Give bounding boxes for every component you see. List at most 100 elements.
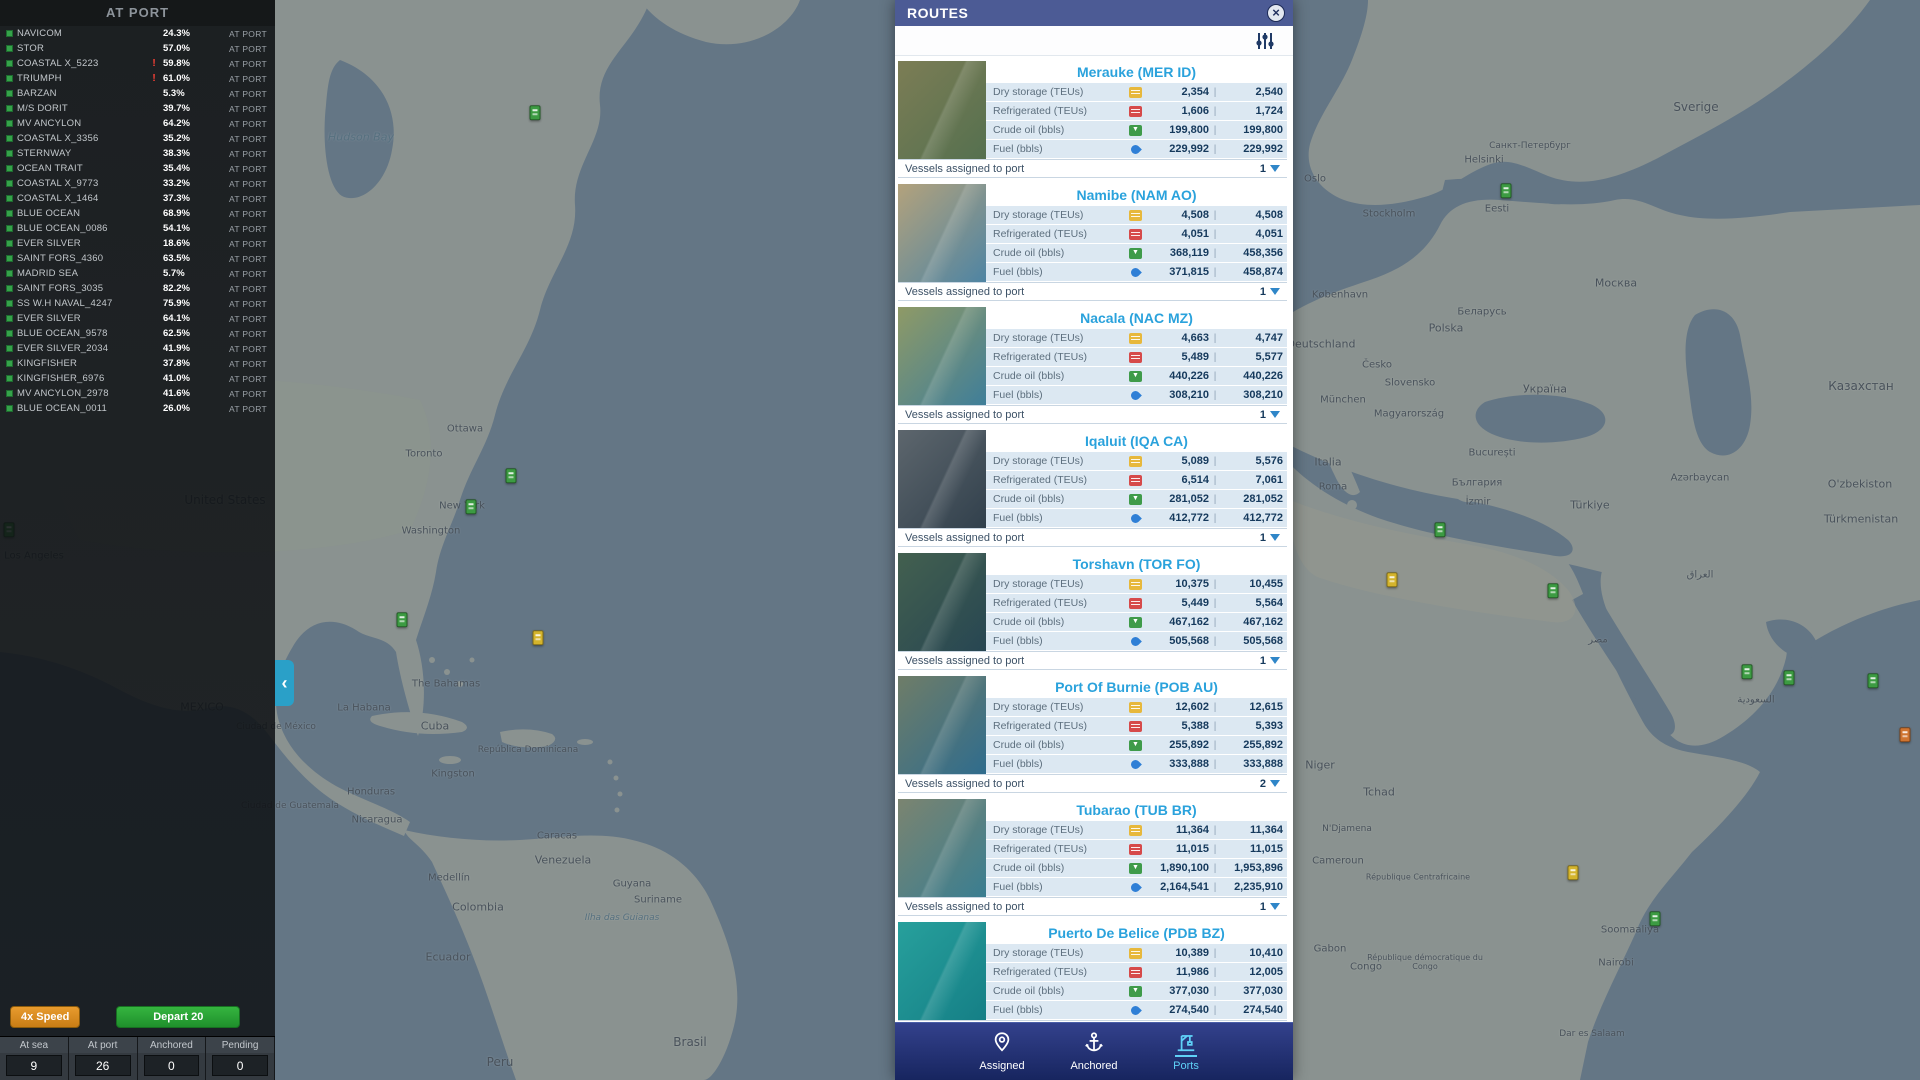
port-name[interactable]: Port Of Burnie (POB AU) (986, 676, 1287, 698)
vessels-assigned-dropdown[interactable]: 1 (1260, 163, 1280, 175)
vessel-row[interactable]: MV ANCYLON ! 64.2% AT PORT (0, 116, 275, 131)
vessel-row[interactable]: SAINT FORS_3035 ! 82.2% AT PORT (0, 281, 275, 296)
port-card[interactable]: Merauke (MER ID) Dry storage (TEUs) 2,35… (898, 61, 1287, 178)
ship-marker[interactable] (532, 630, 544, 646)
port-card[interactable]: Nacala (NAC MZ) Dry storage (TEUs) 4,663… (898, 307, 1287, 424)
fleet-stat-cell[interactable]: Anchored 0 (137, 1037, 207, 1080)
vessel-row[interactable]: OCEAN TRAIT ! 35.4% AT PORT (0, 161, 275, 176)
ship-marker[interactable] (396, 612, 408, 628)
ship-marker[interactable] (465, 499, 477, 515)
ship-marker[interactable] (1547, 583, 1559, 599)
port-card[interactable]: Namibe (NAM AO) Dry storage (TEUs) 4,508… (898, 184, 1287, 301)
port-name[interactable]: Namibe (NAM AO) (986, 184, 1287, 206)
port-card[interactable]: Torshavn (TOR FO) Dry storage (TEUs) 10,… (898, 553, 1287, 670)
vessel-row[interactable]: SAINT FORS_4360 ! 63.5% AT PORT (0, 251, 275, 266)
port-card[interactable]: Iqaluit (IQA CA) Dry storage (TEUs) 5,08… (898, 430, 1287, 547)
vessels-assigned-dropdown[interactable]: 1 (1260, 901, 1280, 913)
vessel-row[interactable]: BLUE OCEAN_9578 ! 62.5% AT PORT (0, 326, 275, 341)
vessel-row[interactable]: MADRID SEA ! 5.7% AT PORT (0, 266, 275, 281)
vessel-row[interactable]: EVER SILVER_2034 ! 41.9% AT PORT (0, 341, 275, 356)
vessel-warning-icon: ! (152, 73, 156, 84)
port-card[interactable]: Puerto De Belice (PDB BZ) Dry storage (T… (898, 922, 1287, 1022)
cargo-row: Crude oil (bbls) 255,892 | 255,892 (986, 736, 1287, 755)
vessel-row[interactable]: BLUE OCEAN ! 68.9% AT PORT (0, 206, 275, 221)
vessel-row[interactable]: TRIUMPH ! 61.0% AT PORT (0, 71, 275, 86)
fleet-stat-cell[interactable]: Pending 0 (206, 1037, 275, 1080)
cargo-label: Crude oil (bbls) (993, 247, 1065, 259)
close-icon[interactable]: × (1267, 4, 1285, 22)
ship-marker[interactable] (1500, 183, 1512, 199)
filter-sliders-icon[interactable] (1255, 31, 1275, 51)
vessel-load-percent: 59.8% (163, 58, 190, 69)
port-name[interactable]: Merauke (MER ID) (986, 61, 1287, 83)
value-separator: | (1213, 455, 1217, 467)
ship-marker[interactable] (1899, 727, 1911, 743)
anchor-icon (1083, 1031, 1105, 1057)
vessel-row[interactable]: COASTAL X_5223 ! 59.8% AT PORT (0, 56, 275, 71)
cargo-label: Refrigerated (TEUs) (993, 843, 1087, 855)
cargo-label: Refrigerated (TEUs) (993, 351, 1087, 363)
vessel-row[interactable]: MV ANCYLON_2978 ! 41.6% AT PORT (0, 386, 275, 401)
ship-marker[interactable] (1741, 664, 1753, 680)
vessel-row[interactable]: BARZAN ! 5.3% AT PORT (0, 86, 275, 101)
cargo-value-current: 412,772 (1169, 512, 1209, 524)
vessel-row[interactable]: KINGFISHER ! 37.8% AT PORT (0, 356, 275, 371)
vessel-row[interactable]: EVER SILVER ! 18.6% AT PORT (0, 236, 275, 251)
cargo-value-current: 371,815 (1169, 266, 1209, 278)
value-separator: | (1213, 86, 1217, 98)
vessel-row[interactable]: COASTAL X_3356 ! 35.2% AT PORT (0, 131, 275, 146)
fleet-stat-cell[interactable]: At port 26 (68, 1037, 138, 1080)
depart-button[interactable]: Depart 20 (116, 1006, 241, 1028)
vessel-row[interactable]: COASTAL X_9773 ! 33.2% AT PORT (0, 176, 275, 191)
ship-marker[interactable] (1386, 572, 1398, 588)
port-name[interactable]: Torshavn (TOR FO) (986, 553, 1287, 575)
vessel-load-percent: 41.0% (163, 373, 190, 384)
cargo-value-current: 308,210 (1169, 389, 1209, 401)
port-name[interactable]: Puerto De Belice (PDB BZ) (986, 922, 1287, 944)
ship-marker[interactable] (505, 468, 517, 484)
vessel-row[interactable]: BLUE OCEAN_0011 ! 26.0% AT PORT (0, 401, 275, 416)
port-name[interactable]: Tubarao (TUB BR) (986, 799, 1287, 821)
port-card[interactable]: Port Of Burnie (POB AU) Dry storage (TEU… (898, 676, 1287, 793)
ship-marker[interactable] (1567, 865, 1579, 881)
value-separator: | (1213, 228, 1217, 240)
sidebar-collapse-button[interactable]: ‹ (275, 660, 294, 706)
tab-anchored[interactable]: Anchored (1064, 1031, 1124, 1072)
port-card[interactable]: Tubarao (TUB BR) Dry storage (TEUs) 11,3… (898, 799, 1287, 916)
vessels-assigned-count: 1 (1259, 285, 1266, 298)
ship-marker[interactable] (1434, 522, 1446, 538)
vessel-row[interactable]: EVER SILVER ! 64.1% AT PORT (0, 311, 275, 326)
fleet-stat-value: 9 (6, 1055, 62, 1076)
vessel-row[interactable]: STERNWAY ! 38.3% AT PORT (0, 146, 275, 161)
vessels-assigned-dropdown[interactable]: 1 (1260, 655, 1280, 667)
vessels-assigned-label: Vessels assigned to port (905, 162, 1025, 175)
vessels-assigned-dropdown[interactable]: 1 (1260, 409, 1280, 421)
port-name[interactable]: Nacala (NAC MZ) (986, 307, 1287, 329)
cargo-label: Refrigerated (TEUs) (993, 105, 1087, 117)
vessel-row[interactable]: M/S DORIT ! 39.7% AT PORT (0, 101, 275, 116)
ship-marker[interactable] (1783, 670, 1795, 686)
ship-marker[interactable] (1867, 673, 1879, 689)
vessel-status: AT PORT (229, 343, 267, 354)
speed-button[interactable]: 4x Speed (10, 1006, 81, 1028)
tab-ports[interactable]: Ports (1156, 1031, 1216, 1072)
ship-marker[interactable] (529, 105, 541, 121)
cargo-row: Crude oil (bbls) 199,800 | 199,800 (986, 121, 1287, 140)
cargo-value-current: 11,015 (1175, 843, 1209, 855)
vessel-load-percent: 64.2% (163, 118, 190, 129)
vessel-load-percent: 62.5% (163, 328, 190, 339)
vessels-assigned-dropdown[interactable]: 2 (1260, 778, 1280, 790)
port-name[interactable]: Iqaluit (IQA CA) (986, 430, 1287, 452)
vessel-row[interactable]: KINGFISHER_6976 ! 41.0% AT PORT (0, 371, 275, 386)
ship-marker[interactable] (1649, 911, 1661, 927)
vessel-row[interactable]: COASTAL X_1464 ! 37.3% AT PORT (0, 191, 275, 206)
vessels-assigned-dropdown[interactable]: 1 (1260, 532, 1280, 544)
vessel-row[interactable]: STOR ! 57.0% AT PORT (0, 41, 275, 56)
vessels-assigned-dropdown[interactable]: 1 (1260, 286, 1280, 298)
vessel-row[interactable]: BLUE OCEAN_0086 ! 54.1% AT PORT (0, 221, 275, 236)
fleet-stat-cell[interactable]: At sea 9 (0, 1037, 69, 1080)
vessel-row[interactable]: SS W.H NAVAL_4247 ! 75.9% AT PORT (0, 296, 275, 311)
fleet-stat-label: At sea (0, 1037, 68, 1053)
tab-assigned[interactable]: Assigned (972, 1031, 1032, 1072)
vessel-row[interactable]: NAVICOM ! 24.3% AT PORT (0, 26, 275, 41)
